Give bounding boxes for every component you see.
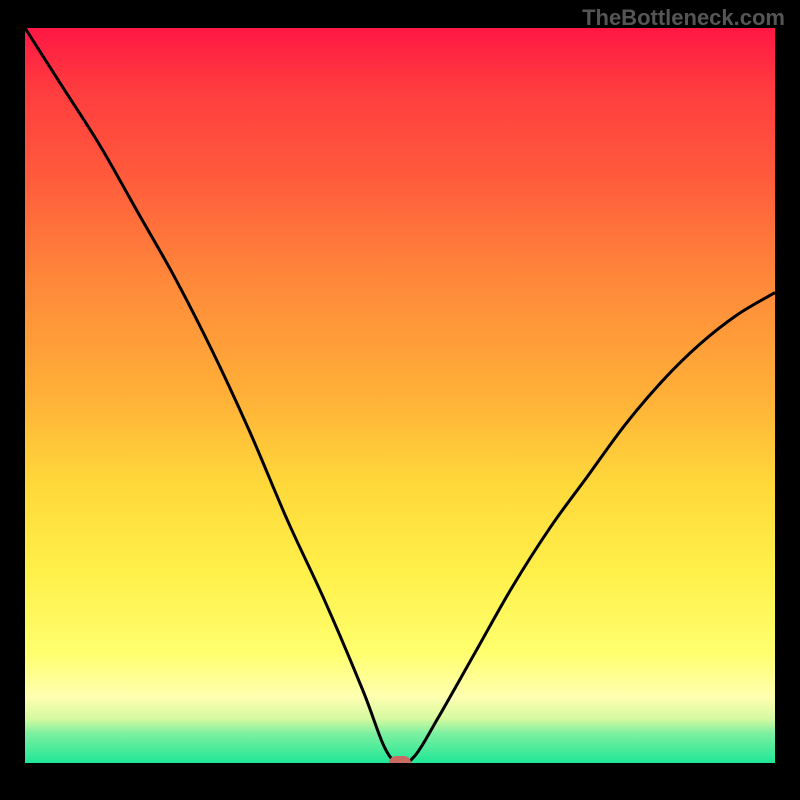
curve-svg (25, 28, 775, 763)
bottleneck-curve (25, 28, 775, 763)
optimal-marker (389, 756, 411, 763)
plot-area (25, 28, 775, 763)
chart-frame: TheBottleneck.com (0, 0, 800, 800)
watermark-text: TheBottleneck.com (582, 5, 785, 31)
